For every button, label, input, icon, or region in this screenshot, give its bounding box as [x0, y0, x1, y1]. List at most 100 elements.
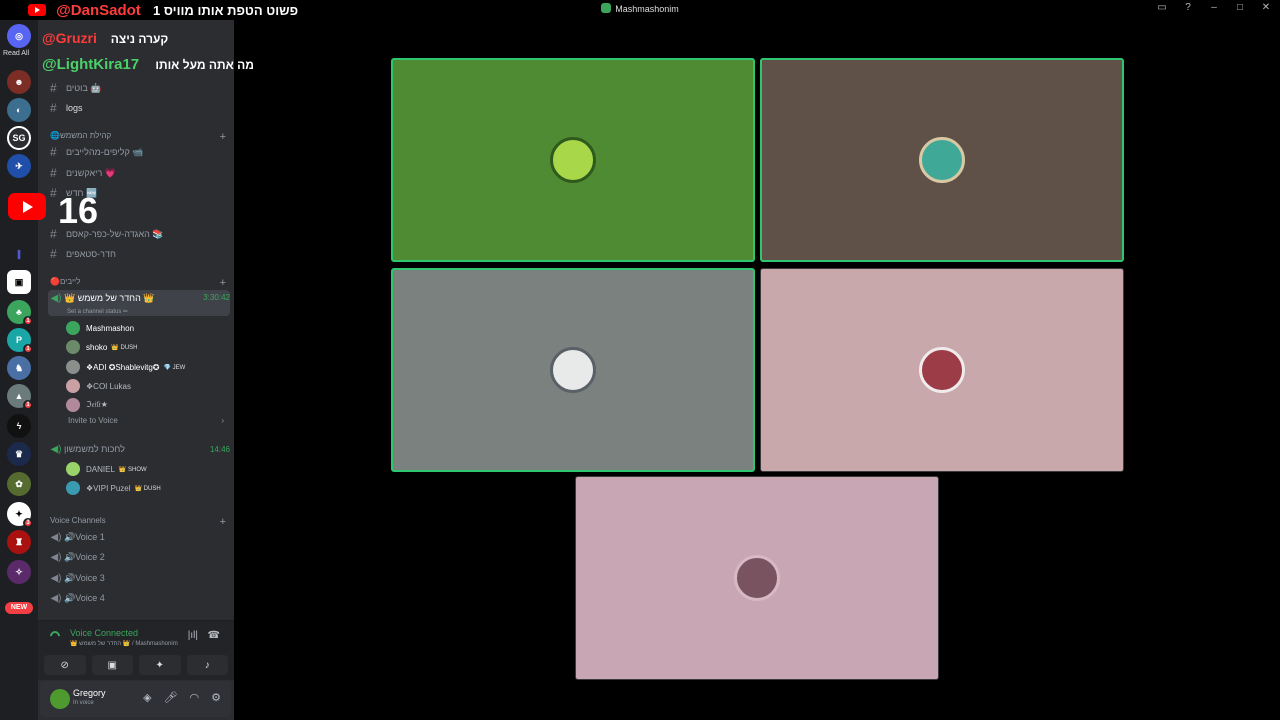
channel-clips[interactable]: # קליפים-מהלייבים 📹: [50, 143, 228, 161]
server-icon[interactable]: ▣: [7, 270, 31, 294]
activities-icon[interactable]: ✦: [139, 655, 181, 675]
avatar: [66, 481, 80, 495]
speaker-icon: ◀): [50, 443, 62, 455]
server-icon[interactable]: ♣ 1: [7, 300, 33, 326]
server-icon[interactable]: ♜: [7, 530, 31, 554]
channel-bots[interactable]: # בוטים 🤖: [50, 79, 228, 97]
category-voice[interactable]: Voice Channels +: [50, 516, 230, 528]
chat-overlay-line-3: @LightKira17 מה אתה מעל אותו: [42, 56, 254, 73]
signal-icon[interactable]: [47, 628, 63, 644]
chat-overlay-line-1: @DanSadot פשוט הטפת אותו מוויס 1: [28, 2, 298, 19]
avatar: [66, 462, 80, 476]
user-status: In voice: [73, 700, 94, 706]
voice-user[interactable]: DANIEL 👑 SHOW: [66, 460, 226, 478]
server-icon[interactable]: ϟ: [7, 414, 31, 438]
plus-icon[interactable]: +: [220, 131, 226, 143]
voice-channel[interactable]: ◀) 🔊Voice 2: [48, 548, 230, 566]
participant-tile[interactable]: [760, 58, 1124, 262]
avatar[interactable]: [50, 689, 70, 709]
channel-staff[interactable]: # חדר-סטאפים: [50, 245, 228, 263]
voice-channel[interactable]: ◀) 🔊Voice 3: [48, 569, 230, 587]
voice-channel[interactable]: ◀) 🔊Voice 1: [48, 528, 230, 546]
noise-suppression-icon[interactable]: |ıl|: [188, 630, 198, 641]
voice-user[interactable]: ❖VIPI Puzel 👑 DUSH: [66, 479, 226, 497]
hash-icon: #: [50, 145, 57, 159]
server-icon[interactable]: ✧: [7, 560, 31, 584]
maximize-button[interactable]: □: [1234, 2, 1246, 13]
voice-connection-panel: Voice Connected 👑 החדר של משמש 👑 / Mashm…: [38, 620, 234, 680]
plus-icon[interactable]: +: [220, 277, 226, 289]
channel-reactions[interactable]: # ריאקשנים 💗: [50, 164, 228, 182]
server-icon[interactable]: ✈: [7, 154, 31, 178]
app-icon: [601, 3, 612, 13]
server-icon[interactable]: ▲ 1: [7, 384, 33, 410]
avatar: [550, 347, 596, 393]
server-icon[interactable]: ♞: [7, 356, 31, 380]
soundboard-icon[interactable]: ♪: [186, 655, 228, 675]
avatar: [550, 137, 596, 183]
server-icon[interactable]: ☻: [7, 70, 31, 94]
youtube-logo-icon: [8, 193, 46, 220]
speaker-icon: ◀): [50, 592, 62, 604]
inbox-icon[interactable]: ▭: [1156, 2, 1168, 13]
username: Gregory: [73, 688, 106, 698]
minimize-button[interactable]: –: [1208, 2, 1220, 13]
category-community[interactable]: 🌐קהילת המשמש +: [50, 131, 230, 143]
hash-icon: #: [50, 81, 57, 95]
close-button[interactable]: ✕: [1260, 2, 1272, 13]
microphone-icon[interactable]: 🎤︎: [164, 691, 178, 704]
voice-user[interactable]: ℑ𝔢𝔦𝔩𝔦★: [66, 396, 226, 414]
voice-state[interactable]: Voice Connected: [70, 628, 138, 638]
avatar: [66, 398, 80, 412]
hash-icon: #: [50, 247, 57, 261]
disconnect-icon[interactable]: ☎: [208, 630, 220, 641]
chat-overlay-line-2: @Gruzri קערה ניצה: [42, 30, 169, 46]
server-list: ◎ Read All ☻ ◐ SG ✈ ∥ ▣ ♣ 1 P1 ♞ ▲ 1 ϟ ♛ ✿…: [0, 20, 38, 720]
participant-tile[interactable]: [391, 268, 755, 472]
channel-sidebar: # בוטים 🤖 # logs 🌐קהילת המשמש + # קליפים-מהל…: [38, 20, 234, 720]
read-all-label[interactable]: Read All: [3, 50, 29, 57]
server-icon[interactable]: ♛: [7, 442, 31, 466]
server-icon[interactable]: ✦ 3: [7, 502, 33, 528]
viewer-count: 16: [58, 190, 99, 231]
participant-tile[interactable]: [391, 58, 755, 262]
speaker-icon: ◀): [50, 551, 62, 563]
gamepad-icon[interactable]: ◈: [143, 691, 151, 704]
participant-tile[interactable]: [760, 268, 1124, 472]
server-sg[interactable]: SG: [7, 126, 31, 150]
avatar: [919, 137, 965, 183]
voice-user[interactable]: Mashmashon: [66, 319, 226, 337]
voice-user[interactable]: ❖COI Lukas: [66, 377, 226, 395]
avatar: [66, 321, 80, 335]
settings-gear-icon[interactable]: ⚙: [211, 691, 221, 704]
server-icon[interactable]: ◐: [7, 98, 31, 122]
headphones-icon[interactable]: ◠: [190, 691, 200, 704]
category-lives[interactable]: 🔴לייבים +: [50, 277, 230, 289]
channel-logs[interactable]: # logs: [50, 99, 228, 117]
avatar: [919, 347, 965, 393]
hash-icon: #: [50, 101, 57, 115]
participant-tile[interactable]: [575, 476, 939, 680]
discord-home-icon[interactable]: ◎: [7, 24, 31, 48]
help-icon[interactable]: ?: [1182, 2, 1194, 13]
voice-user[interactable]: ❖ADI ✪Shablevitg✪ 💎 JEW: [66, 358, 226, 376]
speaker-icon: ◀): [50, 572, 62, 584]
avatar: [66, 360, 80, 374]
server-icon[interactable]: P1: [7, 328, 33, 354]
voice-channel[interactable]: ◀) 🔊Voice 4: [48, 589, 230, 607]
voice-user[interactable]: shoko 👑 DUSH: [66, 338, 226, 356]
plus-icon[interactable]: +: [220, 516, 226, 528]
voice-channel-waiting[interactable]: ◀) לחכות למשמשון 14:46: [48, 440, 230, 458]
invite-to-voice[interactable]: Invite to Voice ›: [68, 416, 224, 425]
speaker-icon: ◀): [50, 531, 62, 543]
channel-status[interactable]: Set a channel status ✏: [67, 308, 128, 315]
user-panel[interactable]: Gregory In voice ◈ 🎤︎ ◠ ⚙: [40, 681, 231, 717]
avatar: [66, 340, 80, 354]
server-icon[interactable]: ✿: [7, 472, 31, 496]
voice-location[interactable]: 👑 החדר של משמש 👑 / Mashmashonim: [70, 640, 178, 647]
avatar: [66, 379, 80, 393]
screen-share-icon[interactable]: ▣: [91, 655, 133, 675]
server-icon[interactable]: ∥: [7, 242, 31, 266]
camera-off-icon[interactable]: ⊘: [44, 655, 86, 675]
speaker-icon: ◀): [50, 293, 62, 304]
